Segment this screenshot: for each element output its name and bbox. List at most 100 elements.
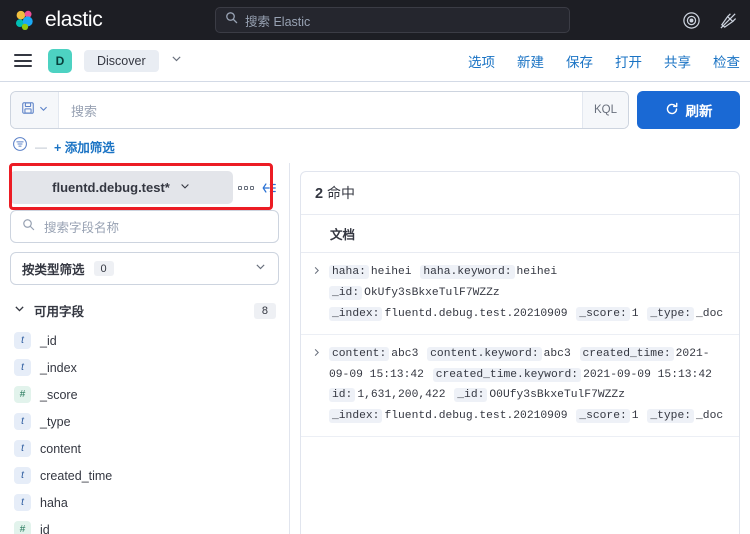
field-name: _index [40, 360, 77, 375]
doc-field-key: _type: [647, 306, 695, 321]
doc-field-key: created_time.keyword: [432, 367, 582, 382]
field-type-number-icon: # [14, 386, 31, 403]
global-search-placeholder: 搜索 Elastic [245, 14, 311, 29]
field-type-string-icon: t [14, 440, 31, 457]
doc-field-key: _score: [576, 409, 630, 424]
available-fields-count: 8 [253, 302, 276, 319]
doc-field-value: _doc [696, 410, 724, 423]
field-name: id [40, 522, 50, 534]
doc-field-key: haha.keyword: [420, 265, 515, 279]
hits-label: 命中 [326, 185, 355, 201]
query-bar: 搜索 KQL 刷新 [0, 82, 750, 129]
filter-bar: — + 添加筛选 [0, 129, 750, 163]
doc-field-value: abc3 [543, 347, 571, 360]
doc-field-value: _doc [696, 307, 724, 320]
more-horizontal-icon[interactable] [233, 185, 259, 190]
doc-field-key: content.keyword: [427, 346, 542, 361]
app-avatar[interactable]: D [48, 48, 72, 73]
doc-field-key: _type: [647, 409, 695, 424]
filter-separator: — [35, 139, 47, 154]
field-type-string-icon: t [14, 494, 31, 511]
doc-field-value: 1 [631, 307, 639, 320]
query-input[interactable]: 搜索 [59, 101, 582, 120]
global-search-input[interactable]: 搜索 Elastic [215, 7, 570, 33]
document-summary: haha: heihei haha.keyword: heihei _id: OkUf… [329, 262, 729, 325]
field-list: t _id t _index # _score t _type t conten… [10, 327, 279, 534]
doc-field-key: created_time: [579, 346, 674, 361]
field-type-string-icon: t [14, 359, 31, 376]
section-chevron-down-icon [13, 302, 26, 320]
doc-field-value: fluentd.debug.test.20210909 [384, 410, 568, 423]
field-item-_type[interactable]: t _type [10, 408, 279, 435]
index-pattern-label: fluentd.debug.test* [52, 180, 170, 195]
field-item-created_time[interactable]: t created_time [10, 462, 279, 489]
global-header: elastic 搜索 Elastic [0, 0, 750, 40]
field-search-input[interactable]: 搜索字段名称 [10, 210, 279, 243]
saved-query-button[interactable] [11, 92, 59, 128]
field-type-string-icon: t [14, 332, 31, 349]
index-pattern-selector[interactable]: fluentd.debug.test* [10, 171, 233, 204]
app-name-pill[interactable]: Discover [84, 49, 159, 72]
field-name: created_time [40, 468, 113, 483]
available-fields-section-header[interactable]: 可用字段 8 [10, 297, 279, 327]
refresh-label: 刷新 [685, 104, 713, 119]
field-item-_index[interactable]: t _index [10, 354, 279, 381]
settings-icon[interactable] [719, 11, 738, 30]
documents-card: 2 命中 文档 haha: heihei haha.keyword: heihei … [300, 171, 740, 534]
add-filter-button[interactable]: + 添加筛选 [54, 137, 115, 156]
app-nav-links: 选项 新建 保存 打开 共享 检查 [468, 51, 740, 71]
doc-field-value: 2021-09-09 15:13:42 [583, 368, 712, 381]
chevron-down-icon [179, 179, 191, 197]
nav-link-options[interactable]: 选项 [468, 51, 495, 71]
collapse-sidebar-icon[interactable] [259, 180, 279, 196]
app-menu-chevron-down-icon[interactable] [170, 52, 183, 70]
table-row[interactable]: haha: heihei haha.keyword: heihei _id: OkUf… [301, 253, 739, 335]
filter-icon[interactable] [12, 136, 28, 157]
doc-field-value: heihei [516, 266, 558, 278]
global-header-actions [682, 0, 738, 40]
expand-row-chevron-right-icon[interactable] [309, 344, 324, 428]
type-filter-chevron-down-icon [254, 260, 267, 278]
field-name: content [40, 441, 82, 456]
doc-field-value: O0Ufy3sBkxeTulF7WZZz [489, 389, 625, 402]
expand-row-chevron-right-icon[interactable] [309, 262, 324, 325]
doc-field-value: fluentd.debug.test.20210909 [384, 307, 568, 320]
field-item-_id[interactable]: t _id [10, 327, 279, 354]
nav-link-share[interactable]: 共享 [664, 51, 691, 71]
field-name: _type [40, 414, 71, 429]
available-fields-label: 可用字段 [34, 305, 85, 319]
field-type-string-icon: t [14, 467, 31, 484]
nav-link-open[interactable]: 打开 [615, 51, 642, 71]
type-filter-label: 按类型筛选 [22, 263, 85, 277]
field-name: _id [40, 333, 57, 348]
query-language-button[interactable]: KQL [581, 92, 628, 128]
doc-field-key: _index: [329, 306, 383, 321]
documents-panel: 2 命中 文档 haha: heihei haha.keyword: heihei … [290, 163, 750, 534]
doc-field-value: 1,631,200,422 [357, 389, 446, 402]
doc-field-key: haha: [329, 265, 369, 279]
doc-field-key: _id: [454, 388, 488, 403]
nav-link-inspect[interactable]: 检查 [713, 51, 740, 71]
field-item-_score[interactable]: # _score [10, 381, 279, 408]
doc-field-key: _score: [576, 306, 630, 321]
nav-link-new[interactable]: 新建 [517, 51, 544, 71]
field-item-content[interactable]: t content [10, 435, 279, 462]
query-input-container: 搜索 KQL [10, 91, 629, 129]
nav-link-save[interactable]: 保存 [566, 51, 593, 71]
help-icon[interactable] [682, 11, 701, 30]
elastic-logo-icon [14, 9, 36, 31]
documents-column-header: 文档 [301, 215, 739, 253]
elastic-brand[interactable]: elastic [14, 8, 103, 32]
field-item-id[interactable]: # id [10, 516, 279, 534]
main-content: fluentd.debug.test* 搜索字段名称 按类型筛选 0 可用字段 … [0, 163, 750, 534]
doc-field-key: content: [329, 346, 390, 361]
field-name: haha [40, 495, 68, 510]
field-search-placeholder: 搜索字段名称 [44, 221, 120, 235]
table-row[interactable]: content: abc3 content.keyword: abc3 create… [301, 335, 739, 438]
doc-field-value: abc3 [391, 347, 419, 360]
hits-count-row: 2 命中 [301, 172, 739, 215]
type-filter-button[interactable]: 按类型筛选 0 [10, 252, 279, 285]
field-item-haha[interactable]: t haha [10, 489, 279, 516]
hamburger-menu-icon[interactable] [14, 51, 32, 71]
refresh-button[interactable]: 刷新 [637, 91, 740, 129]
